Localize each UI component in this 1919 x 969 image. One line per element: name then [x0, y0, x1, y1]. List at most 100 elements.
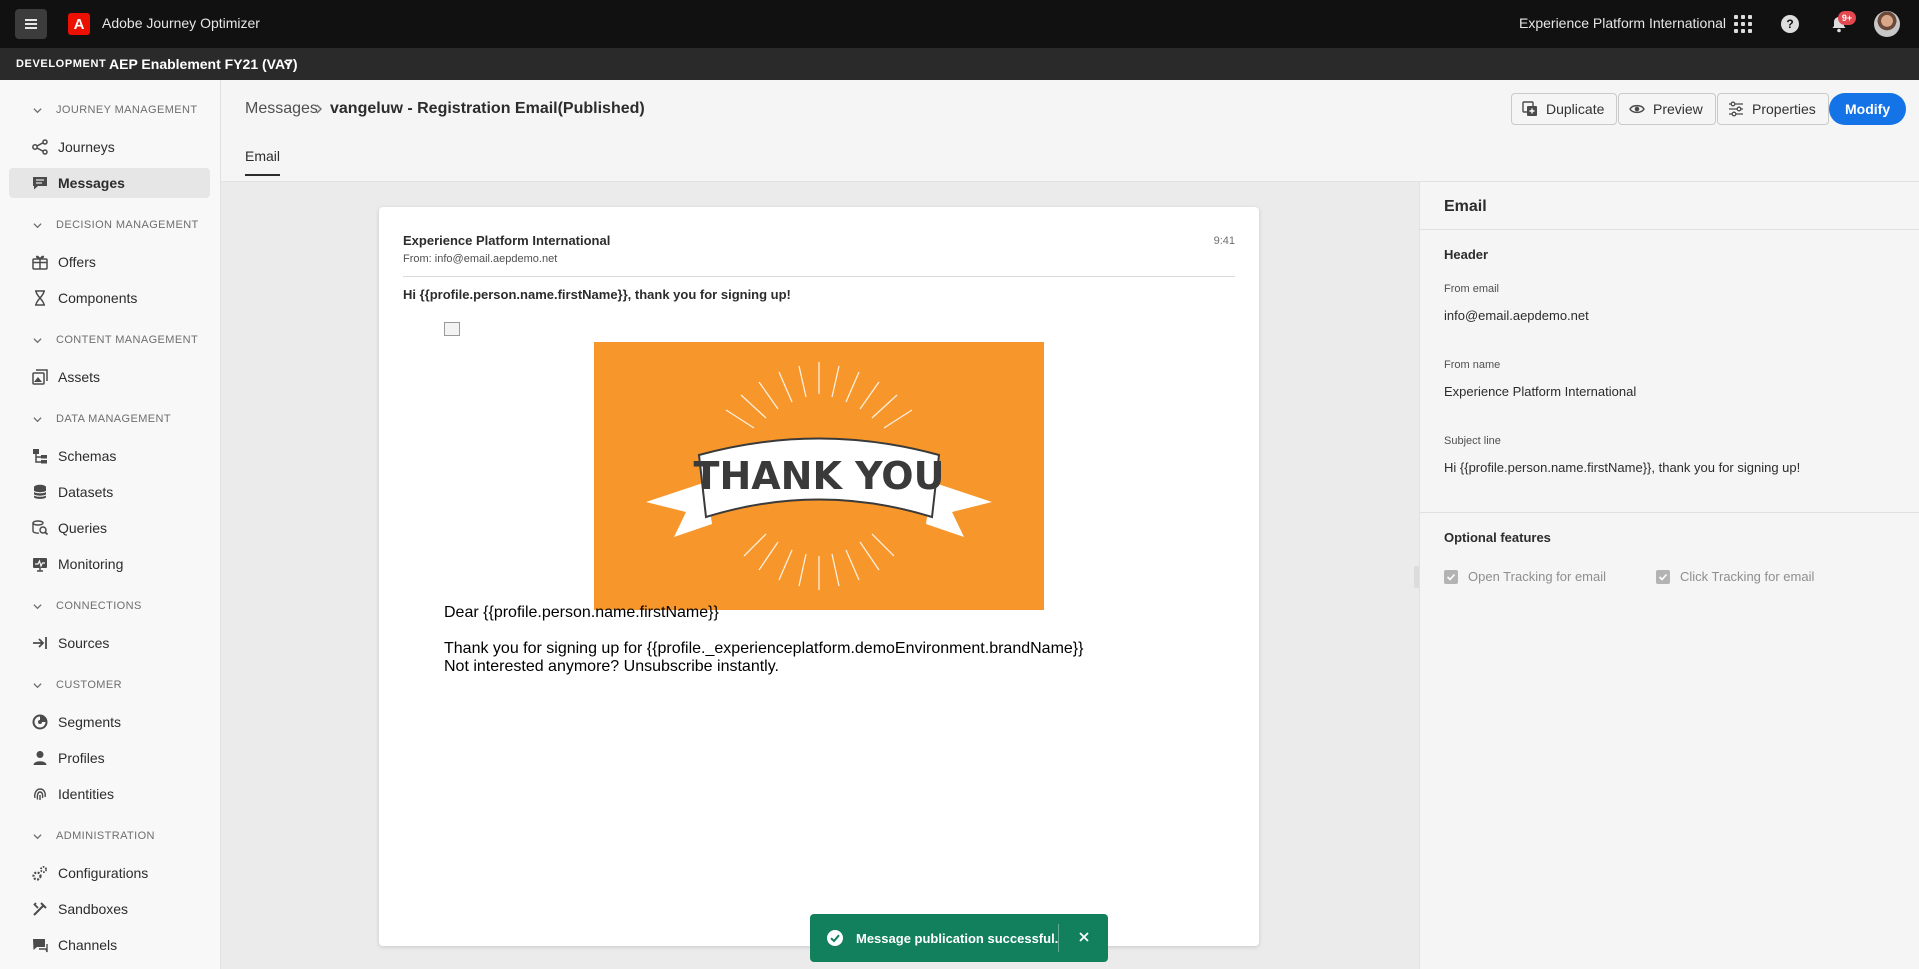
sidebar-item-monitoring[interactable]: Monitoring	[9, 549, 210, 579]
sidebar-item-label: Components	[58, 290, 138, 306]
sidebar-item-label: Profiles	[58, 750, 105, 766]
sidebar-item-channels[interactable]: Channels	[9, 930, 210, 960]
modify-button[interactable]: Modify	[1829, 93, 1907, 125]
identities-icon	[34, 788, 46, 800]
open-tracking-label: Open Tracking for email	[1468, 569, 1607, 584]
nav-section-connections[interactable]: CONNECTIONS	[33, 600, 142, 612]
chevron-down-icon[interactable]	[283, 58, 293, 68]
panel-title: Email	[1444, 198, 1487, 215]
notification-badge: 9+	[1838, 11, 1856, 25]
app-title[interactable]: Adobe Journey Optimizer	[102, 15, 260, 31]
sidebar-item-queries[interactable]: Queries	[9, 513, 210, 543]
banner-text: THANK YOU	[694, 454, 945, 498]
sidebar-item-label: Monitoring	[58, 556, 124, 572]
from-email-label: From email	[1444, 283, 1500, 295]
schemas-icon	[33, 449, 47, 464]
nav-section-data-management[interactable]: DATA MANAGEMENT	[33, 413, 171, 425]
thank-you-banner-image: THANK YOU	[594, 342, 1044, 610]
chevron-down-icon	[33, 337, 42, 343]
sidebar-item-label: Assets	[58, 369, 101, 385]
menu-toggle-button[interactable]	[15, 9, 47, 39]
nav-section-journey-management[interactable]: JOURNEY MANAGEMENT	[33, 104, 197, 116]
left-navigation: JOURNEY MANAGEMENT Journeys Messages DEC…	[0, 80, 221, 969]
app-switcher-icon[interactable]	[1734, 15, 1752, 33]
toast-message: Message publication successful.	[856, 930, 1059, 946]
sidebar-item-label: Messages	[58, 175, 125, 191]
gear-icon	[32, 866, 47, 881]
close-icon[interactable]	[1078, 931, 1090, 943]
adobe-logo[interactable]: A	[68, 13, 90, 35]
sidebar-item-configurations[interactable]: Configurations	[9, 858, 210, 888]
org-switcher[interactable]: Experience Platform International	[1519, 15, 1726, 31]
unsubscribe-text[interactable]: Not interested anymore? Unsubscribe inst…	[444, 658, 779, 676]
sidebar-item-identities[interactable]: Identities	[9, 779, 210, 809]
chevron-down-icon	[33, 833, 42, 839]
journeys-icon	[32, 139, 48, 155]
environment-label: DEVELOPMENT	[16, 58, 107, 70]
toast-divider	[1058, 924, 1059, 952]
chevron-down-icon	[33, 603, 42, 609]
sidebar-item-label: Channels	[58, 937, 118, 953]
subject-line-label: Subject line	[1444, 435, 1501, 447]
properties-panel: Email Header From email info@email.aepde…	[1419, 182, 1919, 969]
nav-section-decision-management[interactable]: DECISION MANAGEMENT	[33, 219, 199, 231]
sandboxes-icon	[33, 902, 47, 916]
greeting-text: Dear {{profile.person.name.firstName}}	[444, 604, 719, 621]
sidebar-item-components[interactable]: Components	[9, 283, 210, 313]
nav-section-administration[interactable]: ADMINISTRATION	[33, 830, 155, 842]
divider	[1420, 512, 1919, 513]
sources-icon	[33, 637, 47, 649]
divider	[1420, 229, 1919, 230]
hamburger-icon	[25, 23, 37, 25]
from-name-label: From name	[1444, 359, 1501, 371]
tab-email[interactable]: Email	[245, 148, 281, 176]
sidebar-item-label: Offers	[58, 254, 96, 270]
subject-line-value: Hi {{profile.person.name.firstName}}, th…	[1444, 460, 1801, 475]
breadcrumb-messages[interactable]: Messages	[245, 100, 318, 118]
help-icon[interactable]: ?	[1781, 15, 1799, 33]
nav-section-label: DECISION MANAGEMENT	[56, 219, 199, 231]
from-name-value: Experience Platform International	[1444, 384, 1637, 399]
email-preview-card: Experience Platform International From: …	[379, 207, 1259, 946]
sidebar-item-messages[interactable]: Messages	[9, 168, 210, 198]
assets-icon	[32, 369, 48, 385]
sidebar-item-schemas[interactable]: Schemas	[9, 441, 210, 471]
optional-features-title: Optional features	[1444, 530, 1551, 545]
checkbox-checked-icon	[1444, 569, 1458, 584]
header-section-title: Header	[1444, 247, 1489, 262]
sidebar-item-journeys[interactable]: Journeys	[9, 132, 210, 162]
properties-label: Properties	[1752, 101, 1816, 117]
sidebar-item-datasets[interactable]: Datasets	[9, 477, 210, 507]
datasets-icon	[33, 484, 47, 499]
duplicate-label: Duplicate	[1546, 101, 1605, 117]
sidebar-item-offers[interactable]: Offers	[9, 247, 210, 277]
chevron-down-icon	[33, 416, 42, 422]
user-avatar[interactable]	[1874, 11, 1900, 37]
messages-icon	[33, 177, 47, 190]
sidebar-item-profiles[interactable]: Profiles	[9, 743, 210, 773]
click-tracking-checkbox[interactable]: Click Tracking for email	[1656, 569, 1814, 584]
properties-button[interactable]: Properties	[1717, 93, 1829, 125]
offers-icon	[32, 255, 48, 270]
open-tracking-checkbox[interactable]: Open Tracking for email	[1444, 569, 1606, 584]
sandbox-switcher[interactable]: AEP Enablement FY21 (VA7)	[109, 56, 298, 72]
preview-button[interactable]: Preview	[1618, 93, 1716, 125]
components-icon	[35, 290, 45, 306]
top-bar: A Adobe Journey Optimizer Experience Pla…	[0, 0, 1919, 48]
nav-section-customer[interactable]: CUSTOMER	[33, 679, 122, 691]
sidebar-item-label: Sources	[58, 635, 110, 651]
body-line-1: Thank you for signing up for {{profile._…	[444, 640, 1084, 657]
sandbox-bar: DEVELOPMENT AEP Enablement FY21 (VA7)	[0, 48, 1919, 80]
duplicate-button[interactable]: Duplicate	[1511, 93, 1618, 125]
sidebar-item-sandboxes[interactable]: Sandboxes	[9, 894, 210, 924]
sidebar-item-label: Queries	[58, 520, 108, 536]
nav-section-label: DATA MANAGEMENT	[56, 413, 171, 425]
nav-section-content-management[interactable]: CONTENT MANAGEMENT	[33, 334, 198, 346]
nav-section-label: CONTENT MANAGEMENT	[56, 334, 199, 346]
sidebar-item-sources[interactable]: Sources	[9, 628, 210, 658]
sidebar-item-segments[interactable]: Segments	[9, 707, 210, 737]
from-prefix: From:	[403, 253, 432, 265]
chevron-down-icon	[33, 682, 42, 688]
sidebar-item-assets[interactable]: Assets	[9, 362, 210, 392]
nav-section-label: CONNECTIONS	[56, 600, 142, 612]
